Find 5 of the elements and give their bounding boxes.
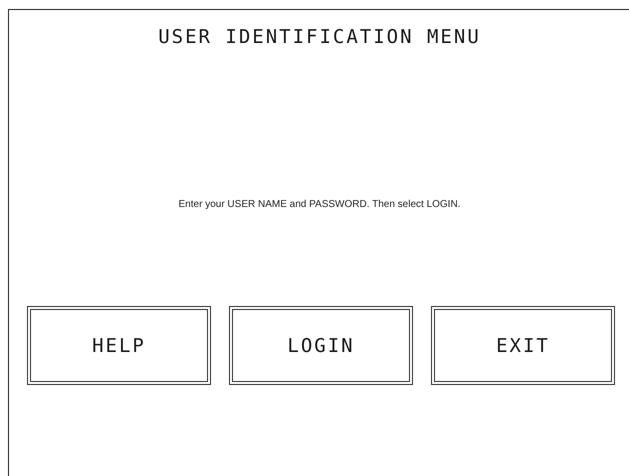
instruction-text: Enter your USER NAME and PASSWORD. Then select LOGIN. — [178, 199, 462, 211]
screen-title: USER IDENTIFICATION MENU — [157, 25, 482, 47]
menu-button[interactable]: HELP — [27, 306, 211, 385]
menu-button[interactable]: EXIT — [431, 306, 615, 385]
menu-button[interactable]: LOGIN — [229, 306, 413, 385]
